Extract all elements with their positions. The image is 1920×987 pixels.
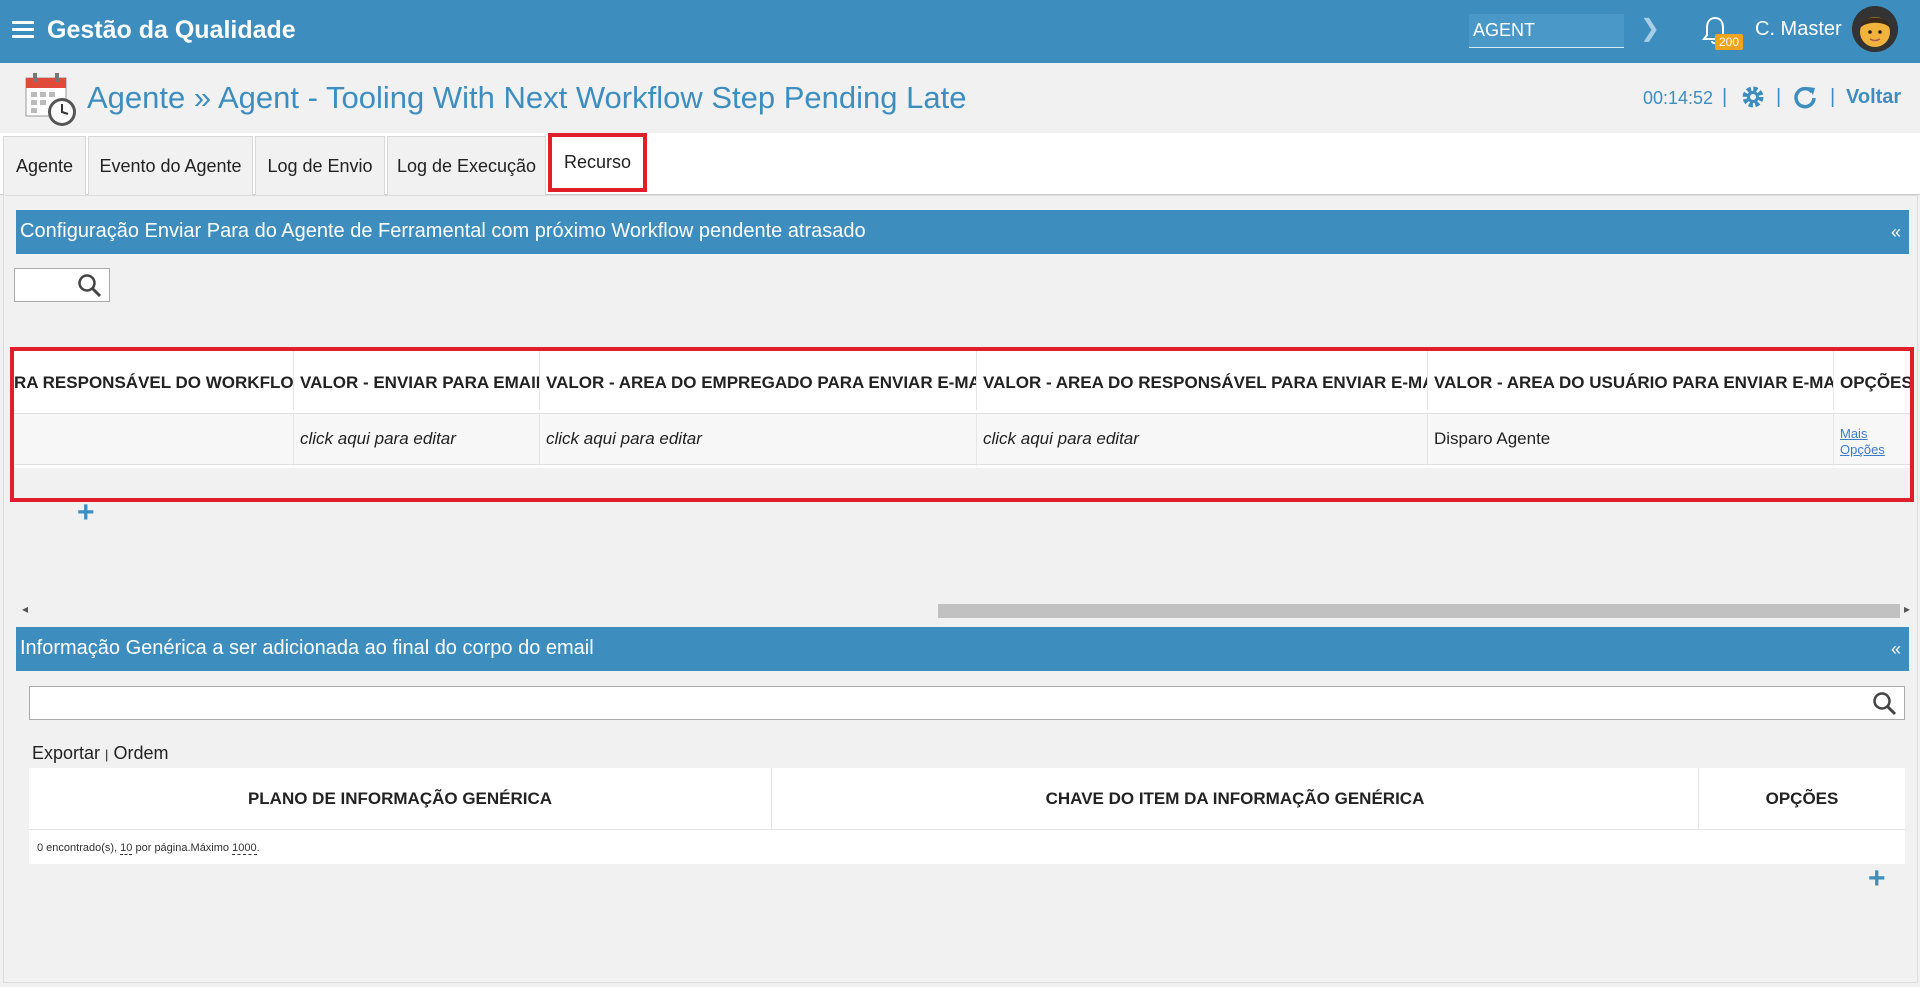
export-link[interactable]: Exportar — [32, 743, 100, 763]
horizontal-scrollbar[interactable]: ◂ ▸ — [14, 600, 1912, 620]
tab-agente[interactable]: Agente — [3, 136, 86, 195]
tab-log-de-execucao[interactable]: Log de Execução — [387, 136, 546, 195]
avatar[interactable] — [1852, 6, 1898, 52]
refresh-icon[interactable] — [1792, 84, 1818, 110]
tab-bar: Agente Evento do Agente Log de Envio Log… — [0, 133, 1920, 195]
add-generic-info-icon[interactable]: + — [1868, 864, 1886, 894]
column-header[interactable]: PLANO DE INFORMAÇÃO GENÉRICA — [29, 768, 772, 830]
search-field[interactable] — [14, 268, 110, 302]
collapse-icon[interactable]: « — [1891, 639, 1901, 660]
divider: | — [1830, 86, 1836, 108]
tab-evento-do-agente[interactable]: Evento do Agente — [88, 136, 253, 195]
pagination-info: 0 encontrado(s), 10 por página.Máximo 10… — [37, 842, 260, 855]
per-page-label: por página.Máximo — [135, 842, 230, 854]
section-title: Informação Genérica a ser adicionada ao … — [20, 637, 594, 659]
scroll-left-icon[interactable]: ◂ — [22, 602, 28, 616]
notification-badge: 200 — [1715, 34, 1744, 50]
user-name[interactable]: C. Master — [1755, 18, 1842, 41]
search-icon[interactable] — [1872, 691, 1898, 717]
generic-info-table: PLANO DE INFORMAÇÃO GENÉRICA CHAVE DO IT… — [29, 768, 1905, 864]
highlight-frame — [10, 347, 1914, 502]
back-link[interactable]: Voltar — [1846, 86, 1901, 109]
generic-info-search-input[interactable] — [29, 686, 1905, 720]
divider: | — [1722, 86, 1728, 108]
chevron-right-icon[interactable]: ❯ — [1640, 14, 1660, 43]
section-header-generic-info: Informação Genérica a ser adicionada ao … — [16, 627, 1909, 671]
top-bar: Gestão da Qualidade AGENT ❯ 200 C. Maste… — [0, 0, 1920, 63]
section-title: Configuração Enviar Para do Agente de Fe… — [20, 220, 866, 242]
column-header[interactable]: OPÇÕES — [1699, 768, 1905, 830]
main-panel — [3, 195, 1918, 983]
max-value[interactable]: 1000 — [232, 842, 257, 855]
section-header-config: Configuração Enviar Para do Agente de Fe… — [16, 210, 1909, 254]
tab-recurso[interactable]: Recurso — [548, 133, 647, 192]
order-link[interactable]: Ordem — [113, 743, 168, 763]
per-page-value[interactable]: 10 — [120, 842, 133, 855]
page-title: Agente » Agent - Tooling With Next Workf… — [87, 80, 967, 115]
divider: | — [1776, 86, 1782, 108]
tab-log-de-envio[interactable]: Log de Envio — [255, 136, 385, 195]
calendar-clock-icon — [25, 73, 76, 126]
export-order-links: Exportar | Ordem — [32, 743, 168, 764]
session-timer: 00:14:52 — [1643, 88, 1714, 108]
add-row-icon[interactable]: + — [77, 498, 95, 528]
search-icon[interactable] — [77, 273, 103, 299]
scrollbar-thumb[interactable] — [938, 604, 1900, 618]
menu-icon[interactable] — [12, 21, 34, 39]
column-header[interactable]: CHAVE DO ITEM DA INFORMAÇÃO GENÉRICA — [772, 768, 1699, 830]
separator: | — [105, 747, 109, 762]
scroll-right-icon[interactable]: ▸ — [1904, 602, 1910, 616]
footer-end: . — [256, 842, 260, 854]
app-title: Gestão da Qualidade — [47, 16, 296, 44]
found-count: 0 encontrado(s), — [37, 842, 118, 854]
collapse-icon[interactable]: « — [1891, 222, 1901, 243]
global-search-input[interactable]: AGENT — [1469, 14, 1624, 48]
gear-icon[interactable] — [1740, 84, 1766, 110]
